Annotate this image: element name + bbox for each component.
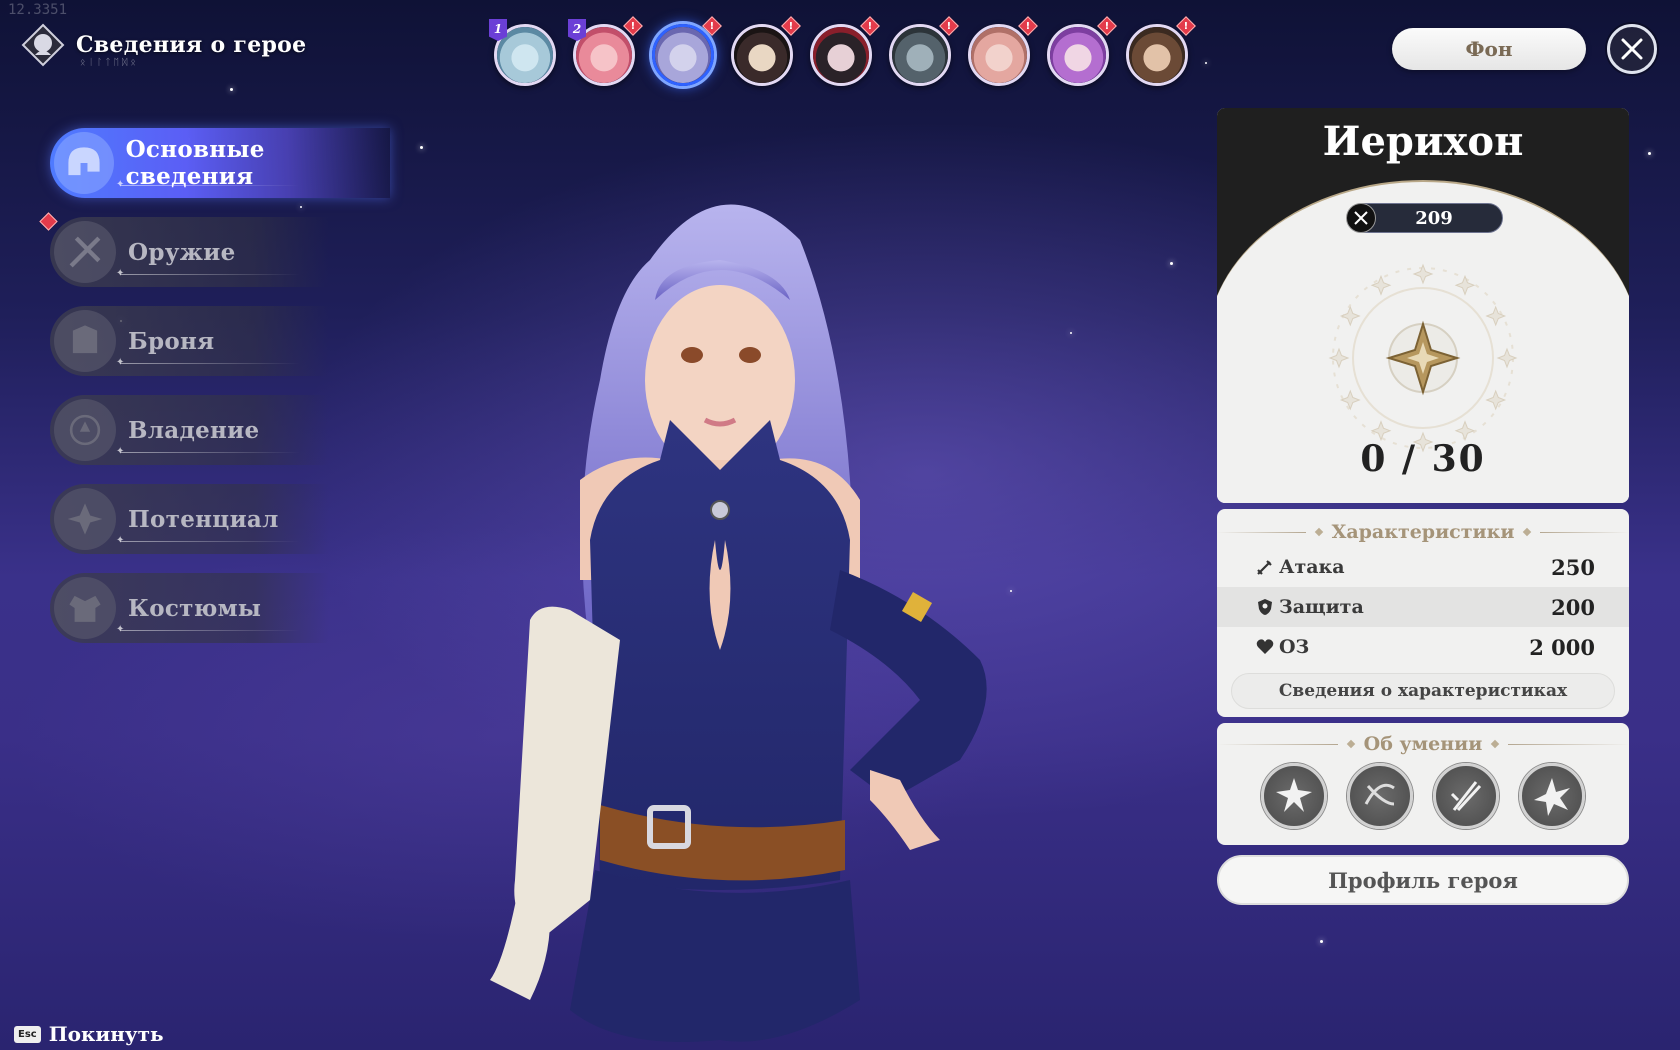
alert-icon: ! — [1097, 16, 1117, 36]
weapon-icon — [54, 221, 116, 283]
page-title: Сведения о герое — [76, 32, 307, 58]
alert-icon: ! — [702, 16, 722, 36]
alert-icon: ! — [1176, 16, 1196, 36]
awakening-star-icon — [1339, 305, 1361, 327]
hero-avatar — [734, 27, 790, 83]
menu-item-label: Броня — [128, 327, 215, 355]
combat-power-value: 209 — [1415, 207, 1453, 229]
stat-row: ОЗ 2 000 — [1217, 627, 1629, 667]
exit-label: Покинуть — [48, 1022, 164, 1046]
stats-section: Характеристики Атака 250 Защита 200 ОЗ 2 000 … — [1217, 509, 1630, 717]
stat-details-button[interactable]: Сведения о характеристиках — [1231, 673, 1615, 709]
combat-power: 209 — [1346, 203, 1503, 233]
menu-item-3[interactable]: Броня ✦ — [50, 306, 390, 376]
hero-profile-button[interactable]: Профиль героя — [1217, 855, 1629, 905]
hero-portrait-9[interactable]: ! — [1126, 16, 1196, 86]
hero-info-menu: Основные сведения ✦ Оружие ✦ Броня ✦ Владение ✦… — [39, 128, 390, 662]
costume-icon — [54, 577, 116, 639]
hero-portrait-bar: 1 2!!!!!!!! — [489, 16, 1196, 86]
awakening-star-icon — [1339, 389, 1361, 411]
awakening-star-icon — [1485, 305, 1507, 327]
sword-icon — [1255, 557, 1275, 577]
skill-burst-icon[interactable] — [1261, 763, 1327, 829]
page-subtitle: ᛟᛁᛚᛏᛖᛞᛟ — [80, 58, 139, 68]
stat-row: Атака 250 — [1217, 547, 1629, 587]
awakening-star-icon — [1454, 420, 1476, 442]
potential-icon — [54, 488, 116, 550]
hero-summary-panel: Иерихон 209 0 / 30 Характеристики Атака 2… — [1217, 108, 1630, 905]
awakening-emblem — [1328, 263, 1518, 453]
alert-icon — [39, 212, 58, 231]
hero-portrait-5[interactable]: ! — [810, 16, 880, 86]
hero-portrait-3[interactable]: ! — [652, 16, 722, 86]
helmet-icon — [54, 132, 114, 194]
esc-key-hint: Esc — [14, 1025, 41, 1043]
stat-value: 250 — [1551, 554, 1595, 580]
background-button[interactable]: Фон — [1392, 28, 1586, 70]
menu-item-label: Потенциал — [128, 505, 279, 533]
armor-icon — [54, 310, 116, 372]
hero-avatar — [1050, 27, 1106, 83]
exit-button[interactable]: Esc Покинуть — [14, 1022, 164, 1046]
hero-portrait-7[interactable]: ! — [968, 16, 1038, 86]
heart-icon — [1255, 637, 1275, 657]
skill-swords-icon[interactable] — [1433, 763, 1499, 829]
hero-character-model — [490, 204, 987, 1042]
menu-item-5[interactable]: Потенциал ✦ — [50, 484, 390, 554]
awakening-star-icon — [1496, 347, 1518, 369]
stat-value: 200 — [1551, 594, 1595, 620]
hero-avatar — [971, 27, 1027, 83]
skill-flare-icon[interactable] — [1519, 763, 1585, 829]
stats-title: Характеристики — [1331, 521, 1515, 543]
menu-item-label: Основные сведения — [125, 136, 265, 190]
hero-avatar — [892, 27, 948, 83]
hero-avatar — [813, 27, 869, 83]
awakening-star-icon — [1485, 389, 1507, 411]
skill-slash-icon[interactable] — [1347, 763, 1413, 829]
hero-portrait-8[interactable]: ! — [1047, 16, 1117, 86]
page-header: Сведения о герое ᛟᛁᛚᛏᛖᛞᛟ — [20, 22, 306, 68]
awakening-star-icon — [1412, 263, 1434, 285]
awakening-star-icon — [1370, 420, 1392, 442]
stat-row: Защита 200 — [1217, 587, 1629, 627]
skills-section: Об умении — [1217, 723, 1629, 845]
mastery-icon — [54, 399, 116, 461]
awakening-star-icon — [1370, 274, 1392, 296]
menu-item-label: Костюмы — [128, 594, 262, 622]
menu-item-label: Владение — [128, 416, 260, 444]
stat-label: ОЗ — [1279, 636, 1310, 658]
shield-icon — [1255, 597, 1275, 617]
menu-item-6[interactable]: Костюмы ✦ — [50, 573, 390, 643]
alert-icon: ! — [939, 16, 959, 36]
hero-portrait-2[interactable]: 2! — [568, 16, 643, 86]
skills-title: Об умении — [1363, 733, 1483, 755]
alert-icon: ! — [623, 16, 643, 36]
awakening-star-icon — [1454, 274, 1476, 296]
menu-item-4[interactable]: Владение ✦ — [50, 395, 390, 465]
fps-counter: 12.3351 — [8, 2, 68, 18]
menu-item-label: Оружие — [128, 238, 236, 266]
hero-card: Иерихон 209 0 / 30 — [1217, 108, 1629, 503]
menu-item-2[interactable]: Оружие ✦ — [39, 212, 390, 287]
stat-label: Атака — [1279, 556, 1345, 578]
hero-avatar — [1129, 27, 1185, 83]
close-button[interactable] — [1607, 24, 1657, 74]
stat-value: 2 000 — [1529, 634, 1595, 660]
rank-badge: 2 — [568, 19, 586, 41]
hero-portrait-1[interactable]: 1 — [489, 19, 556, 86]
hero-portrait-6[interactable]: ! — [889, 16, 959, 86]
crossed-swords-icon — [1346, 203, 1376, 233]
hero-avatar — [655, 27, 711, 83]
hero-info-icon — [20, 22, 66, 68]
alert-icon: ! — [781, 16, 801, 36]
rank-badge: 1 — [489, 19, 507, 41]
hero-portrait-4[interactable]: ! — [731, 16, 801, 86]
alert-icon: ! — [1018, 16, 1038, 36]
alert-icon: ! — [860, 16, 880, 36]
close-icon — [1621, 38, 1643, 60]
hero-name: Иерихон — [1322, 118, 1524, 165]
menu-item-1[interactable]: Основные сведения ✦ — [50, 128, 390, 198]
awakening-progress: 0 / 30 — [1360, 438, 1486, 480]
stat-label: Защита — [1279, 596, 1364, 618]
